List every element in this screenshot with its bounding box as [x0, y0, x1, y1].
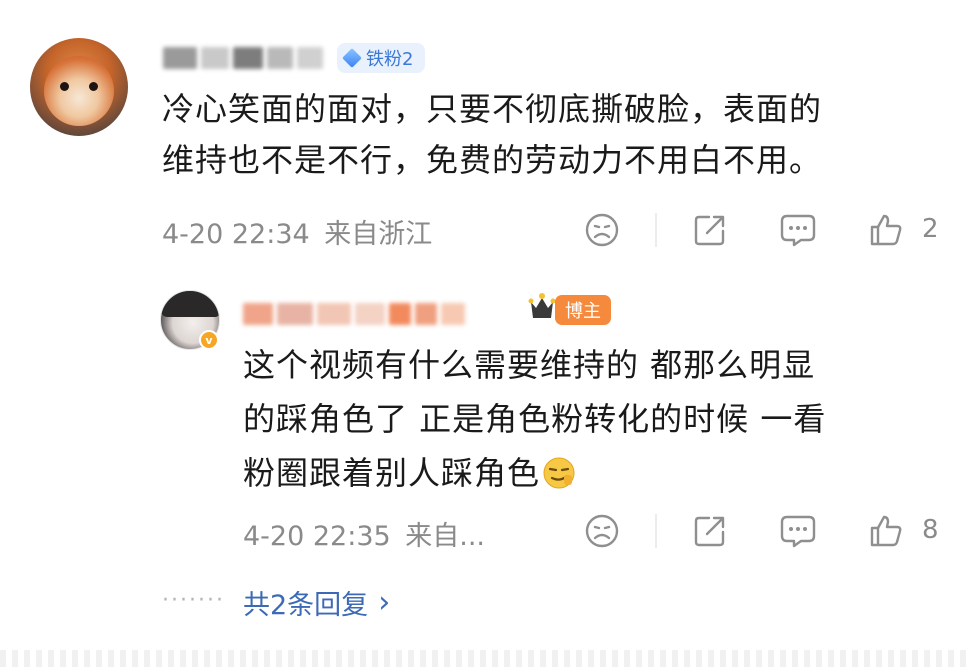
comment-time: 4-20 22:34: [162, 219, 310, 250]
like-button[interactable]: [866, 210, 906, 250]
verified-v-icon: v: [199, 330, 219, 350]
chevron-right-icon: ›: [378, 585, 391, 620]
reply-share-button[interactable]: [690, 511, 730, 551]
action-divider: [655, 213, 657, 247]
comment-icon: [780, 515, 816, 548]
frown-face-icon: [585, 514, 619, 548]
reply-time: 4-20 22:35: [243, 521, 391, 552]
dislike-button[interactable]: [582, 210, 622, 250]
fox-eye-left: [60, 82, 69, 91]
reply-button[interactable]: [778, 210, 818, 250]
comment-line-1: 冷心笑面的面对，只要不彻底撕破脸，表面的: [162, 90, 823, 128]
reply-location: 来自...: [405, 521, 486, 552]
reply-body: 这个视频有什么需要维持的 都那么明显 的踩角色了 正是角色粉转化的时候 一看 粉…: [243, 338, 943, 500]
reply-line-3-wrap: 粉圈跟着别人踩角色: [243, 446, 943, 500]
reply-line-3: 粉圈跟着别人踩角色: [243, 454, 541, 492]
fox-face: [44, 56, 114, 126]
reply-line-1: 这个视频有什么需要维持的 都那么明显: [243, 346, 816, 384]
reply-meta: 4-20 22:35 来自...: [243, 514, 485, 553]
commenter-avatar[interactable]: [30, 38, 128, 136]
more-replies-label: 共2条回复: [243, 590, 369, 621]
like-count: 2: [922, 214, 939, 244]
share-button[interactable]: [690, 210, 730, 250]
reply-like-button[interactable]: [866, 511, 906, 551]
replier-username-blurred[interactable]: [243, 296, 465, 332]
more-replies-dots: ·······: [162, 588, 225, 613]
comment-meta: 4-20 22:34 来自浙江: [162, 212, 432, 251]
comment-location: 来自浙江: [324, 219, 433, 250]
frown-face-icon: [585, 213, 619, 247]
crown-icon: [528, 290, 556, 326]
more-replies-link[interactable]: 共2条回复 ›: [243, 583, 390, 622]
reply-dislike-button[interactable]: [582, 511, 622, 551]
host-badge: 博主: [555, 295, 611, 325]
share-icon: [694, 215, 725, 246]
avatar-hair: [161, 291, 219, 317]
smirk-emoji-icon: [543, 457, 575, 489]
fan-level-badge[interactable]: 铁粉2: [337, 43, 425, 73]
diamond-icon: [342, 48, 362, 68]
comment-line-2: 维持也不是不行，免费的劳动力不用白不用。: [162, 141, 823, 179]
reply-action-divider: [655, 514, 657, 548]
host-badge-label: 博主: [565, 301, 601, 322]
commenter-username-blurred[interactable]: [163, 40, 323, 76]
fox-eye-right: [89, 82, 98, 91]
thumbs-up-icon: [870, 515, 902, 547]
share-icon: [694, 516, 725, 547]
reply-like-count: 8: [922, 515, 939, 545]
comment-body: 冷心笑面的面对，只要不彻底撕破脸，表面的 维持也不是不行，免费的劳动力不用白不用…: [162, 84, 962, 186]
thumbs-up-icon: [870, 214, 902, 246]
reply-reply-button[interactable]: [778, 511, 818, 551]
footer-strip: [0, 650, 972, 667]
fan-badge-label: 铁粉2: [366, 49, 414, 70]
reply-line-2: 的踩角色了 正是角色粉转化的时候 一看: [243, 400, 827, 438]
comment-icon: [780, 214, 816, 247]
